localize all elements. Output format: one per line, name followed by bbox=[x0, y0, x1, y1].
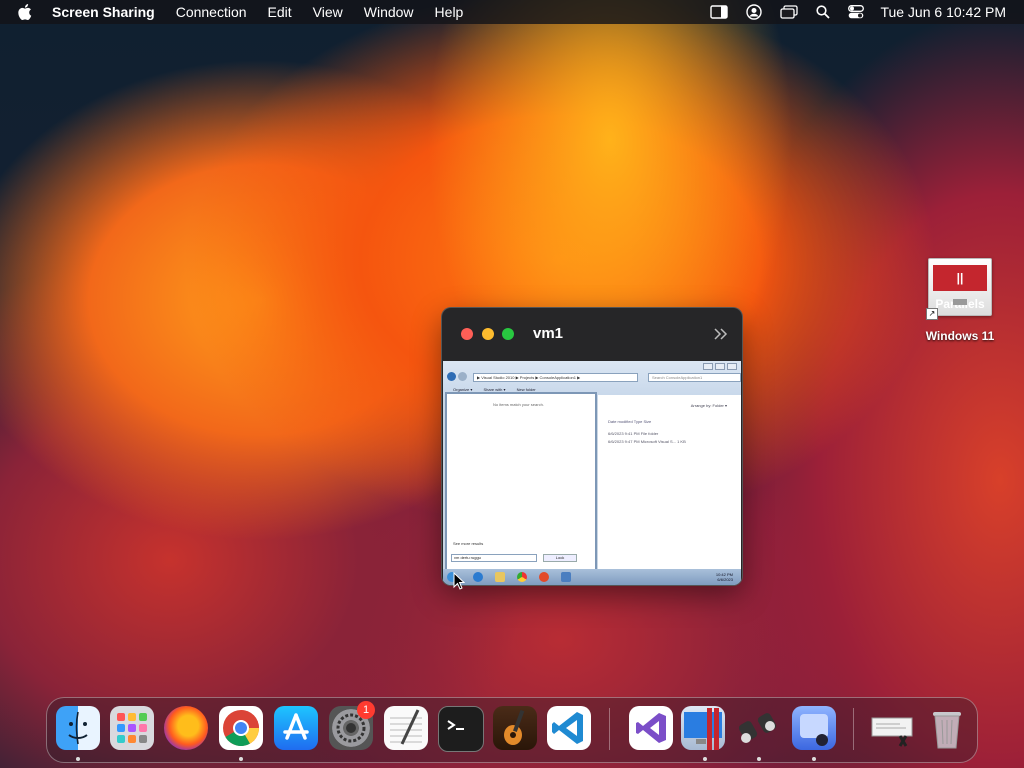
user-icon[interactable] bbox=[746, 4, 763, 20]
monitor-icon[interactable] bbox=[561, 572, 571, 582]
menu-help[interactable]: Help bbox=[435, 0, 464, 24]
back-icon[interactable] bbox=[447, 372, 456, 381]
desktop-icon-label: Windows 11 bbox=[925, 329, 995, 343]
ie-icon[interactable] bbox=[473, 572, 483, 582]
garageband-icon[interactable] bbox=[493, 706, 537, 750]
start-search-box[interactable]: vm dertu ruggu bbox=[451, 554, 537, 562]
app-store-icon[interactable] bbox=[274, 706, 318, 750]
notification-badge: 1 bbox=[357, 701, 375, 719]
menu-connection[interactable]: Connection bbox=[176, 0, 247, 24]
search-icon[interactable] bbox=[816, 5, 831, 19]
window-title: vm1 bbox=[533, 325, 564, 342]
firefox-icon[interactable] bbox=[164, 706, 208, 750]
zoom-button[interactable] bbox=[502, 328, 514, 340]
close-button[interactable] bbox=[461, 328, 473, 340]
see-more-results-link[interactable]: See more results bbox=[453, 541, 483, 546]
lock-button[interactable]: Lock bbox=[543, 554, 577, 562]
screen-sharing-icon[interactable] bbox=[792, 706, 836, 750]
remote-search-field[interactable]: Search ConsoleApplication1 bbox=[648, 373, 741, 382]
file-row[interactable]: 6/6/2023 9:41 PM File folder bbox=[608, 431, 658, 436]
visual-studio-icon[interactable] bbox=[629, 706, 673, 750]
forward-icon[interactable] bbox=[458, 372, 467, 381]
windows-icon[interactable] bbox=[780, 5, 799, 19]
remote-start-menu: No items match your search. See more res… bbox=[445, 392, 597, 573]
remote-file-pane: Arrange by: Folder ▾ Date modified Type … bbox=[598, 395, 741, 569]
menu-view[interactable]: View bbox=[313, 0, 343, 24]
remote-address-bar[interactable]: ▶ Visual Studio 2010 ▶ Projects ▶ Consol… bbox=[473, 373, 638, 382]
parallels-desktop-icon[interactable] bbox=[681, 706, 725, 750]
firefox-icon[interactable] bbox=[539, 572, 549, 582]
dock: 1 bbox=[46, 697, 978, 763]
chevron-right-icon[interactable] bbox=[714, 327, 728, 345]
launchpad-icon[interactable] bbox=[110, 706, 154, 750]
folder-icon[interactable] bbox=[495, 572, 505, 582]
menu-app-name[interactable]: Screen Sharing bbox=[52, 0, 155, 24]
chrome-icon[interactable] bbox=[517, 572, 527, 582]
parallels-logo: || Parallels bbox=[933, 265, 987, 311]
finder-icon[interactable] bbox=[56, 706, 100, 750]
apple-menu-icon[interactable] bbox=[16, 3, 34, 21]
alias-arrow-icon: ↗ bbox=[926, 308, 938, 320]
sidebar-icon[interactable] bbox=[710, 5, 729, 19]
chrome-icon[interactable] bbox=[219, 706, 263, 750]
control-center-icon[interactable] bbox=[848, 5, 865, 19]
textedit-icon[interactable] bbox=[384, 706, 428, 750]
minimize-button[interactable] bbox=[482, 328, 494, 340]
screen-sharing-window: vm1 ▶ Visual Studio 2010 ▶ Projects ▶ Co… bbox=[442, 308, 742, 585]
menu-edit[interactable]: Edit bbox=[268, 0, 292, 24]
menu-window[interactable]: Window bbox=[364, 0, 414, 24]
mouse-cursor-icon bbox=[453, 571, 466, 595]
menu-clock[interactable]: Tue Jun 6 10:42 PM bbox=[880, 4, 1006, 20]
binoculars-icon[interactable] bbox=[736, 706, 780, 750]
remote-screen[interactable]: ▶ Visual Studio 2010 ▶ Projects ▶ Consol… bbox=[443, 361, 741, 585]
remote-clock[interactable]: 10:42 PM 6/6/2023 bbox=[716, 572, 733, 582]
trash-icon[interactable] bbox=[925, 706, 969, 750]
vscode-icon[interactable] bbox=[547, 706, 591, 750]
downloads-stack-icon[interactable] bbox=[870, 706, 914, 750]
window-titlebar[interactable]: vm1 bbox=[442, 308, 742, 361]
desktop-icon-windows11[interactable]: || Parallels ↗ Windows 11 bbox=[920, 258, 1000, 343]
menu-bar: Screen Sharing Connection Edit View Wind… bbox=[0, 0, 1024, 24]
terminal-icon[interactable] bbox=[438, 706, 484, 752]
remote-taskbar: 10:42 PM 6/6/2023 bbox=[443, 569, 741, 585]
file-row[interactable]: 6/6/2023 9:47 PM Microsoft Visual S... 1… bbox=[608, 439, 686, 444]
